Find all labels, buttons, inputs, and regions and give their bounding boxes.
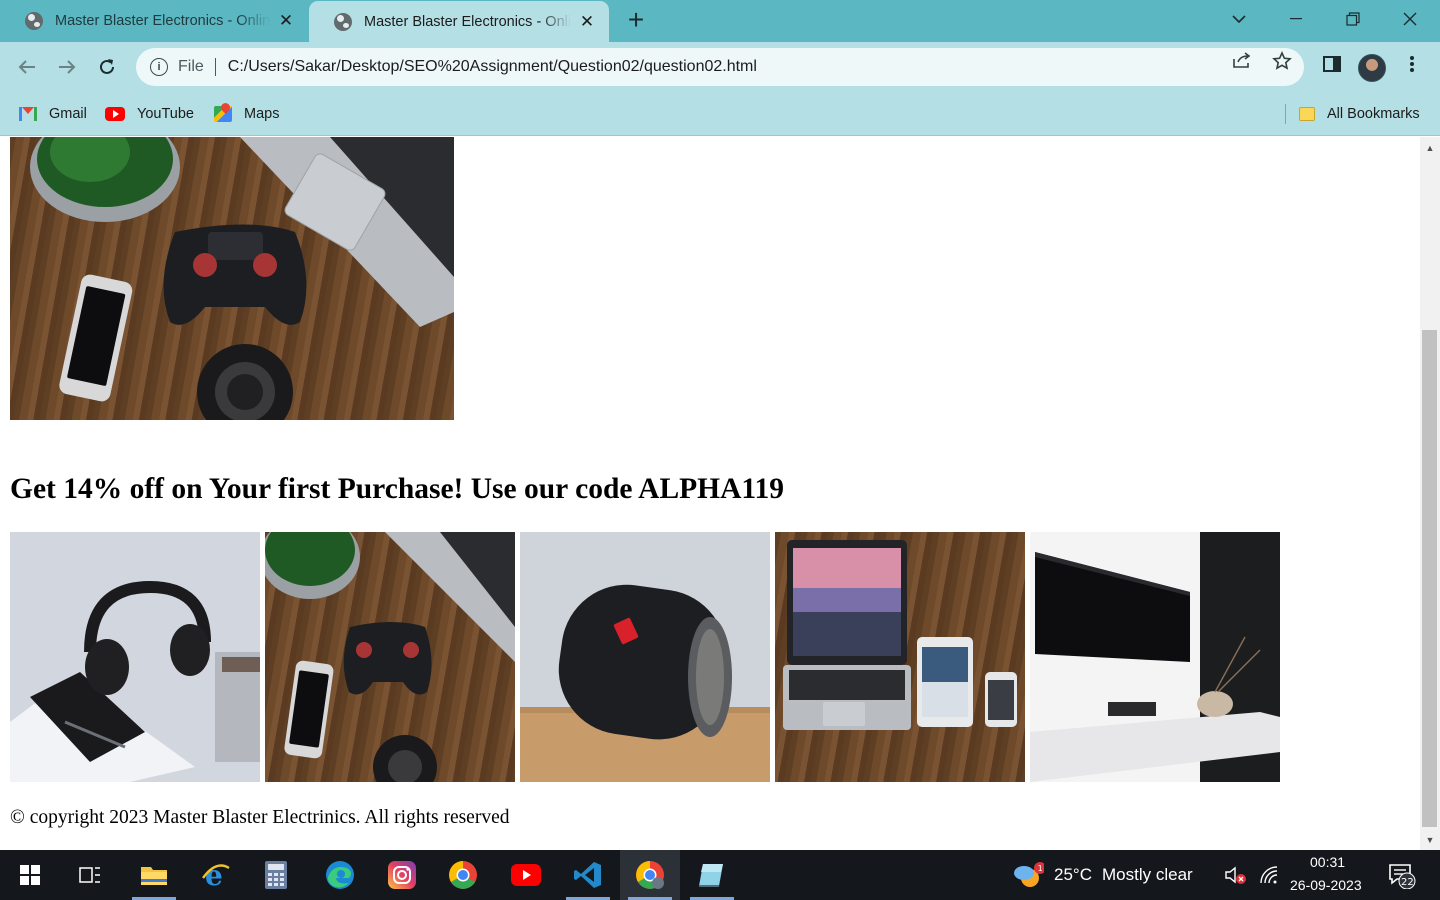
profile-avatar[interactable] bbox=[1358, 54, 1386, 82]
new-tab-button[interactable]: + bbox=[622, 6, 650, 34]
gallery-image-gamepad bbox=[265, 532, 515, 782]
clock-date[interactable]: 26-09-2023 bbox=[1290, 877, 1362, 893]
product-gallery bbox=[10, 532, 1280, 782]
gallery-image-headphones bbox=[10, 532, 260, 782]
close-window-button[interactable] bbox=[1382, 0, 1438, 38]
back-button[interactable] bbox=[11, 51, 43, 83]
browser-toolbar: i File C:/Users/Sakar/Desktop/SEO%20Assi… bbox=[0, 42, 1440, 92]
tab-title: Master Blaster Electronics - Online Elec… bbox=[55, 13, 270, 29]
share-icon[interactable] bbox=[1232, 51, 1252, 71]
gmail-icon bbox=[19, 107, 37, 121]
instagram-icon[interactable] bbox=[372, 850, 432, 900]
volume-muted-icon[interactable] bbox=[1220, 850, 1250, 900]
bookmark-youtube[interactable]: YouTube bbox=[105, 104, 194, 124]
gallery-image-tv bbox=[1030, 532, 1280, 782]
bookmark-maps[interactable]: Maps bbox=[214, 104, 279, 124]
url-text[interactable]: C:/Users/Sakar/Desktop/SEO%20Assignment/… bbox=[228, 58, 757, 76]
bookmarks-divider bbox=[1285, 104, 1286, 124]
hero-image bbox=[10, 137, 454, 420]
forward-button[interactable] bbox=[51, 51, 83, 83]
folder-icon bbox=[1299, 107, 1315, 121]
url-divider bbox=[214, 58, 216, 76]
browser-tab-2[interactable]: Master Blaster Electronics - Online Elec… bbox=[309, 1, 609, 42]
svg-text:22: 22 bbox=[1401, 877, 1414, 888]
bookmark-label: YouTube bbox=[137, 106, 194, 122]
globe-icon bbox=[25, 12, 43, 30]
calculator-icon[interactable] bbox=[246, 850, 306, 900]
app-window-icon[interactable] bbox=[682, 850, 742, 900]
tab-search-icon[interactable] bbox=[1211, 0, 1267, 38]
clock-time[interactable]: 00:31 bbox=[1310, 854, 1345, 870]
maps-icon bbox=[214, 106, 232, 122]
task-view-icon[interactable] bbox=[60, 850, 120, 900]
close-tab-icon[interactable]: ✕ bbox=[577, 12, 597, 32]
minimize-button[interactable] bbox=[1268, 0, 1324, 38]
site-info-icon[interactable]: i bbox=[150, 58, 168, 76]
page-viewport: Get 14% off on Your first Purchase! Use … bbox=[0, 137, 1420, 850]
internet-explorer-icon[interactable]: e bbox=[186, 850, 246, 900]
chrome-window-icon[interactable] bbox=[620, 850, 680, 900]
chrome-icon[interactable] bbox=[433, 850, 493, 900]
start-button[interactable] bbox=[0, 850, 60, 900]
all-bookmarks-button[interactable]: All Bookmarks bbox=[1299, 104, 1420, 124]
windows-taskbar: e 1 25°C Mostly clear 00:31 26-09-2023 2… bbox=[0, 850, 1440, 900]
promo-heading: Get 14% off on Your first Purchase! Use … bbox=[10, 473, 785, 505]
scroll-down-arrow-icon[interactable]: ▼ bbox=[1420, 831, 1440, 848]
browser-tab-1[interactable]: Master Blaster Electronics - Online Elec… bbox=[0, 0, 308, 42]
address-bar[interactable]: i File C:/Users/Sakar/Desktop/SEO%20Assi… bbox=[136, 48, 1304, 86]
page-scrollbar[interactable]: ▲ ▼ bbox=[1420, 137, 1440, 850]
weather-icon[interactable]: 1 bbox=[1002, 850, 1054, 900]
all-bookmarks-label: All Bookmarks bbox=[1327, 106, 1420, 122]
weather-temperature[interactable]: 25°C bbox=[1054, 865, 1092, 885]
youtube-icon bbox=[105, 107, 125, 121]
scroll-up-arrow-icon[interactable]: ▲ bbox=[1420, 139, 1440, 156]
gallery-image-speaker bbox=[520, 532, 770, 782]
youtube-app-icon[interactable] bbox=[496, 850, 556, 900]
svg-text:1: 1 bbox=[1038, 864, 1043, 873]
vscode-icon[interactable] bbox=[558, 850, 618, 900]
restore-button[interactable] bbox=[1325, 0, 1381, 38]
bookmark-label: Maps bbox=[244, 106, 280, 122]
file-explorer-icon[interactable] bbox=[124, 850, 184, 900]
side-panel-icon[interactable] bbox=[1320, 55, 1344, 79]
more-menu-icon[interactable] bbox=[1400, 55, 1424, 79]
weather-condition[interactable]: Mostly clear bbox=[1102, 865, 1193, 885]
tab-strip: Master Blaster Electronics - Online Elec… bbox=[0, 0, 1440, 42]
bookmark-gmail[interactable]: Gmail bbox=[19, 104, 87, 124]
globe-icon bbox=[334, 12, 352, 31]
bookmark-label: Gmail bbox=[49, 106, 87, 122]
scroll-thumb[interactable] bbox=[1422, 330, 1437, 827]
notifications-icon[interactable]: 22 bbox=[1380, 850, 1424, 900]
close-tab-icon[interactable]: ✕ bbox=[276, 11, 296, 31]
bookmark-star-icon[interactable] bbox=[1272, 51, 1292, 71]
gallery-image-devices bbox=[775, 532, 1025, 782]
reload-button[interactable] bbox=[91, 51, 123, 83]
edge-browser-icon[interactable] bbox=[310, 850, 370, 900]
network-icon[interactable] bbox=[1254, 850, 1284, 900]
bookmarks-bar: Gmail YouTube Maps All Bookmarks bbox=[0, 92, 1440, 136]
url-scheme: File bbox=[178, 58, 204, 75]
copyright-footer: © copyright 2023 Master Blaster Electrin… bbox=[10, 807, 510, 828]
tab-title: Master Blaster Electronics - Online Elec… bbox=[364, 13, 571, 30]
